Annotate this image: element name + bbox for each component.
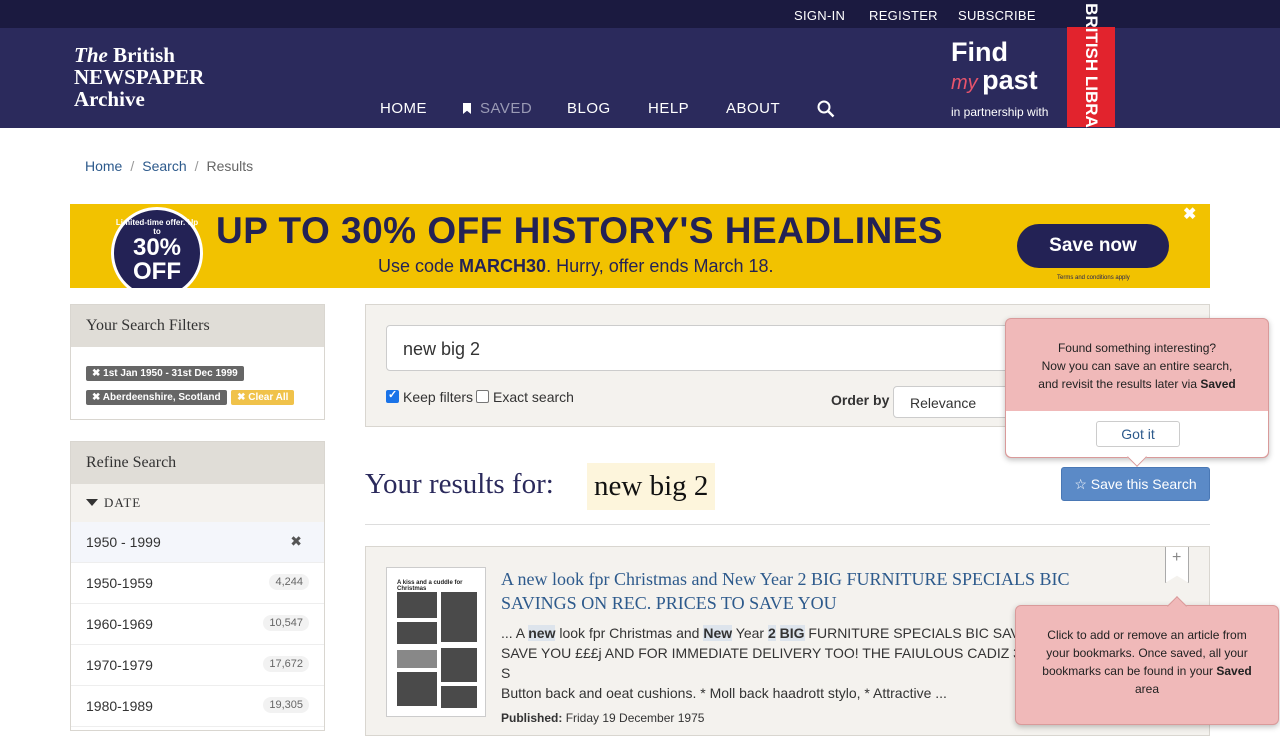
search-filters-panel: Your Search Filters ✖ 1st Jan 1950 - 31s…	[70, 304, 325, 420]
bookmark-icon	[463, 103, 471, 114]
fmp-my: my	[951, 72, 978, 94]
breadcrumb-search[interactable]: Search	[142, 158, 186, 174]
facet-count: 10,547	[263, 615, 309, 631]
caret-down-icon	[86, 499, 98, 506]
logo-archive: Archive	[74, 87, 145, 111]
breadcrumb-current: Results	[206, 158, 254, 174]
banner-headline: UP TO 30% OFF HISTORY'S HEADLINES	[216, 210, 944, 251]
nav-home[interactable]: HOME	[380, 100, 427, 117]
search-icon[interactable]	[817, 100, 835, 118]
breadcrumb: Home / Search / Results	[85, 158, 254, 174]
popover-line-2: Now you can save an entire search,	[1041, 359, 1233, 373]
save-now-button[interactable]: Save now	[1017, 224, 1169, 268]
british-library-logo[interactable]: BRITISH LIBRARY	[1067, 3, 1115, 151]
remove-range-icon[interactable]: ✖	[290, 533, 302, 550]
sign-in-link[interactable]: SIGN-IN	[794, 8, 845, 23]
site-logo[interactable]: The British NEWSPAPER Archive	[74, 44, 204, 110]
bookmark-toggle-icon[interactable]: +	[1165, 547, 1189, 583]
search-input[interactable]: new big 2	[386, 325, 1086, 371]
nav-about[interactable]: ABOUT	[726, 100, 780, 117]
refine-search-title: Refine Search	[71, 442, 324, 484]
search-filters-title: Your Search Filters	[71, 305, 324, 347]
facet-count: 19,305	[263, 697, 309, 713]
order-by-label: Order by	[831, 392, 890, 408]
filter-tag-date[interactable]: ✖ 1st Jan 1950 - 31st Dec 1999	[86, 366, 244, 381]
refine-search-panel: Refine Search DATE 1950 - 1999 ✖ 1950-195…	[70, 441, 325, 731]
logo-british: British	[107, 43, 175, 67]
keep-filters-checkbox[interactable]: Keep filters	[386, 388, 473, 405]
save-search-button[interactable]: ☆ Save this Search	[1061, 467, 1210, 501]
filter-tag-location[interactable]: ✖ Aberdeenshire, Scotland	[86, 390, 227, 405]
nav-help[interactable]: HELP	[648, 100, 689, 117]
banner-code-line: Use code MARCH30. Hurry, offer ends Marc…	[378, 256, 774, 276]
banner-close-icon[interactable]: ✖	[1183, 204, 1196, 224]
popover-line-1: Found something interesting?	[1057, 341, 1217, 355]
got-it-button[interactable]: Got it	[1096, 421, 1180, 447]
register-link[interactable]: REGISTER	[869, 8, 938, 23]
bookmark-popover-text: Click to add or remove an article from y…	[1042, 628, 1252, 696]
result-snippet: ... A new look fpr Christmas and New Yea…	[501, 625, 1021, 701]
exact-search-checkbox[interactable]: Exact search	[476, 389, 574, 405]
nav-saved-label: SAVED	[480, 100, 533, 117]
thumbnail-caption: A kiss and a cuddle for Christmas	[397, 580, 463, 592]
breadcrumb-home[interactable]: Home	[85, 158, 122, 174]
clear-all-filters-button[interactable]: ✖ Clear All	[231, 390, 295, 405]
offer-badge: Limited-time offer. Up to 30% OFF	[111, 207, 203, 288]
findmypast-logo[interactable]: Find my past in partnership with	[951, 38, 1048, 119]
nav-saved[interactable]: SAVED	[463, 100, 532, 117]
terms-text[interactable]: Terms and conditions apply	[1057, 275, 1130, 281]
results-query: new big 2	[587, 463, 716, 510]
offer-badge-off: OFF	[133, 258, 181, 285]
date-selected-range[interactable]: 1950 - 1999 ✖	[71, 522, 324, 563]
offer-badge-percent: 30%	[132, 234, 182, 261]
save-search-popover: Found something interesting? Now you can…	[1005, 318, 1269, 467]
british-library-text: BRITISH LIBRARY	[1082, 3, 1101, 151]
results-divider	[365, 524, 1210, 525]
result-thumbnail[interactable]: A kiss and a cuddle for Christmas	[386, 567, 486, 717]
date-facet-item[interactable]: 1950-1959 4,244	[71, 563, 324, 604]
date-facet-item[interactable]: 1960-1969 10,547	[71, 604, 324, 645]
date-facet-item[interactable]: 1980-1989 19,305	[71, 686, 324, 727]
popover-line-3: and revisit the results later via Saved	[1038, 377, 1236, 391]
logo-newspaper: NEWSPAPER	[74, 65, 205, 89]
logo-the: The	[74, 43, 108, 67]
date-facet-item[interactable]: 1970-1979 17,672	[71, 645, 324, 686]
promo-banner[interactable]: Limited-time offer. Up to 30% OFF UP TO …	[70, 204, 1210, 288]
result-published: Published: Friday 19 December 1975	[501, 711, 705, 725]
promo-code: MARCH30	[459, 256, 547, 276]
results-heading: Your results for:	[365, 468, 554, 500]
subscribe-link[interactable]: SUBSCRIBE	[958, 8, 1036, 23]
bookmark-popover: Click to add or remove an article from y…	[1015, 596, 1279, 725]
nav-blog[interactable]: BLOG	[567, 100, 611, 117]
fmp-find: Find	[951, 37, 1008, 67]
order-by-select[interactable]: Relevance	[893, 386, 1013, 418]
facet-count: 4,244	[269, 574, 309, 590]
facet-count: 17,672	[263, 656, 309, 672]
partnership-text: in partnership with	[951, 105, 1049, 119]
fmp-past: past	[982, 65, 1038, 95]
date-facet-header[interactable]: DATE	[71, 484, 324, 522]
